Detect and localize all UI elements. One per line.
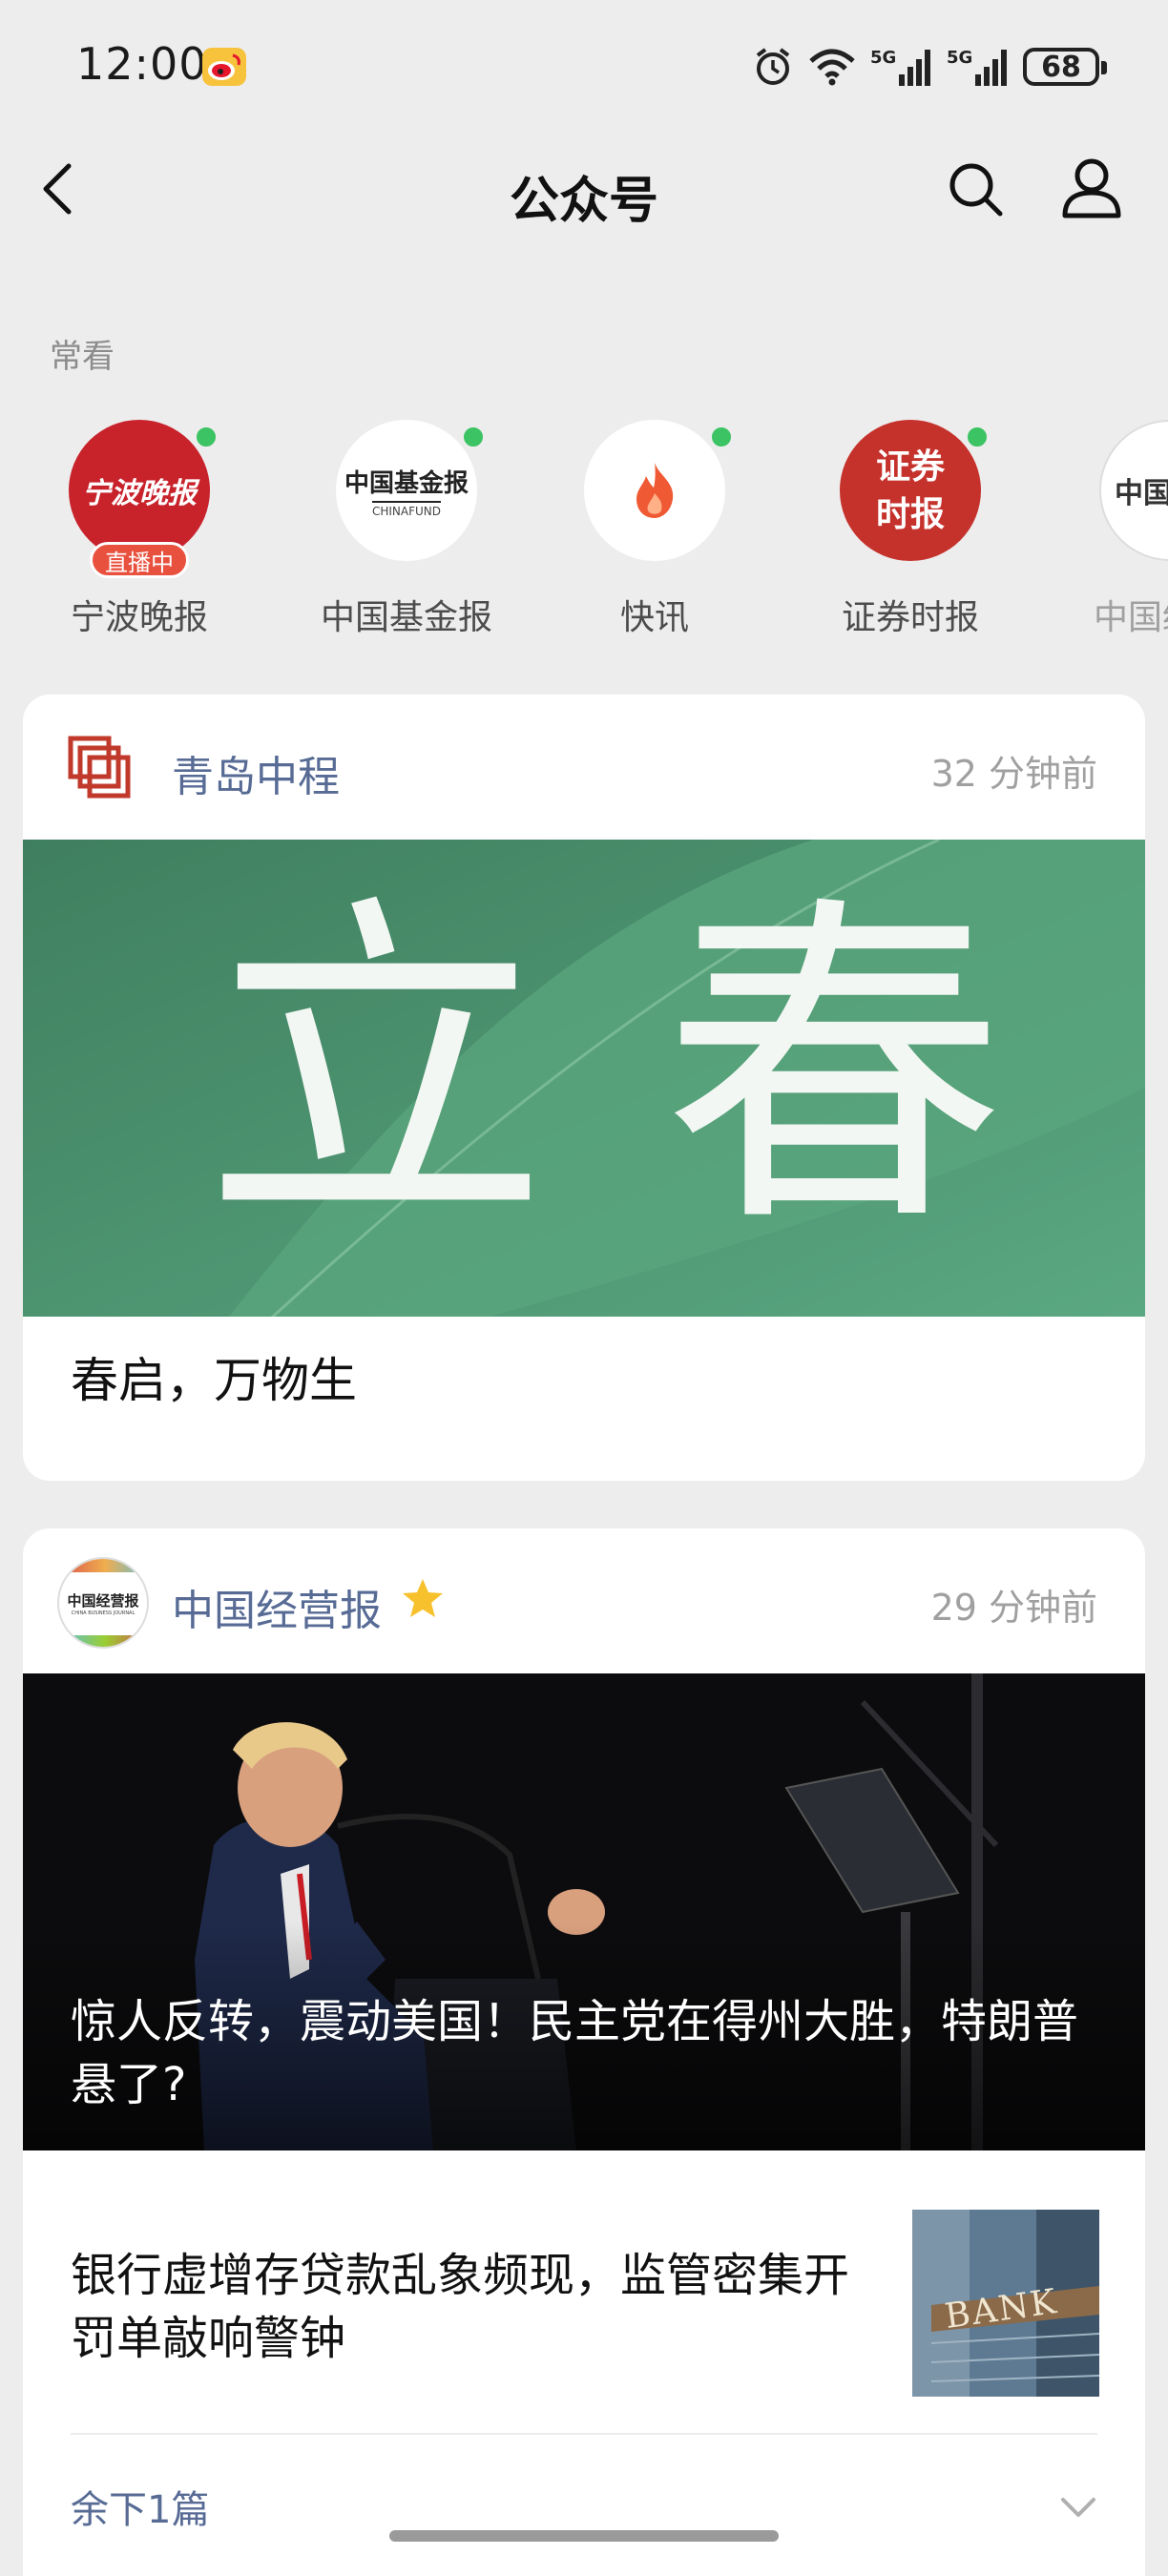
- frequent-account-securities-times[interactable]: 证券时报 证券时报: [800, 420, 1019, 639]
- update-dot: [708, 424, 735, 450]
- avatar-logo-subtext: CHINAFUND: [371, 500, 442, 518]
- avatar-logo-text: 中国基金报: [344, 468, 469, 498]
- account-avatar: 中国基金报 CHINAFUND: [336, 420, 477, 561]
- update-dot: [193, 424, 219, 450]
- account-name: 中国经: [1094, 598, 1168, 637]
- account-avatar: [584, 420, 725, 561]
- article-card[interactable]: 中国经营报 CHINA BUSINESS JOURNAL 中国经营报 29 分钟…: [23, 1528, 1145, 2576]
- article-card[interactable]: 青岛中程 32 分钟前 立春 春启，万物生: [23, 695, 1145, 1481]
- sub-article-thumbnail[interactable]: BANK: [912, 2210, 1099, 2397]
- frequent-account-kuaixun[interactable]: 快讯: [544, 420, 763, 639]
- avatar-logo-text: 证券时报: [875, 447, 945, 534]
- divider: [71, 2433, 1097, 2435]
- status-icons: 5G 5G 68: [752, 44, 1107, 90]
- star-icon: [403, 1579, 443, 1617]
- account-name: 证券时报: [841, 598, 979, 637]
- account-name[interactable]: 中国经营报: [172, 1576, 382, 1637]
- live-badge: 直播中: [90, 542, 189, 578]
- svg-text:5G: 5G: [947, 48, 972, 68]
- frequent-account-ningbo[interactable]: 宁波晚报 直播中 宁波晚报: [29, 420, 248, 639]
- remaining-articles-link[interactable]: 余下1篇: [71, 2479, 209, 2534]
- account-logo[interactable]: 中国经营报 CHINA BUSINESS JOURNAL: [57, 1557, 149, 1649]
- wifi-icon: [809, 49, 855, 86]
- search-icon[interactable]: [945, 158, 1008, 221]
- frequent-account-china-business[interactable]: 中国经 中国经: [1059, 420, 1168, 639]
- article-cover-image[interactable]: 立春: [23, 840, 1145, 1317]
- update-dot: [964, 424, 991, 450]
- logo-color-strip: [59, 1559, 147, 1572]
- signal-5g-icon-2: 5G: [947, 48, 1007, 86]
- account-avatar: 证券时报: [840, 420, 981, 561]
- battery-indicator: 68: [1023, 48, 1107, 86]
- account-name: 快讯: [619, 598, 689, 637]
- avatar-logo-text: 中国经: [1115, 477, 1168, 510]
- logo-text: 中国经营报: [67, 1591, 139, 1610]
- frequent-accounts-row: 宁波晚报 直播中 宁波晚报 中国基金报 CHINAFUND 中国基金报 快讯 证…: [0, 420, 1168, 649]
- user-profile-icon[interactable]: [1059, 155, 1124, 221]
- account-logo-icon[interactable]: [67, 735, 134, 801]
- article-cover-image[interactable]: 惊人反转，震动美国！民主党在得州大胜，特朗普悬了?: [23, 1673, 1145, 2150]
- weibo-icon: [202, 48, 246, 86]
- signal-5g-icon-1: 5G: [870, 48, 930, 86]
- cover-article-title: 惊人反转，震动美国！民主党在得州大胜，特朗普悬了?: [71, 1995, 1079, 2111]
- update-dot: [460, 424, 487, 450]
- battery-level: 68: [1041, 50, 1081, 84]
- publish-time: 32 分钟前: [930, 753, 1097, 795]
- fire-icon: [636, 463, 674, 518]
- publish-time: 29 分钟前: [930, 1587, 1097, 1629]
- status-bar: 12:00 5G 5G 68: [0, 0, 1168, 134]
- account-name: 宁波晚报: [70, 598, 208, 637]
- account-avatar: 宁波晚报: [69, 420, 210, 561]
- account-name[interactable]: 青岛中程: [172, 742, 340, 803]
- cover-text: 立春: [204, 868, 1120, 1268]
- status-time: 12:00: [76, 38, 208, 90]
- card-header: 中国经营报 CHINA BUSINESS JOURNAL 中国经营报 29 分钟…: [23, 1528, 1145, 1673]
- home-indicator[interactable]: [389, 2530, 779, 2542]
- chevron-down-icon[interactable]: [1059, 2496, 1097, 2519]
- frequent-section-label: 常看: [50, 338, 115, 376]
- avatar-logo-text: 宁波晚报: [82, 477, 197, 510]
- account-name: 中国基金报: [320, 598, 492, 637]
- sub-article-title[interactable]: 银行虚增存贷款乱象频现，监管密集开罚单敲响警钟: [71, 2244, 882, 2370]
- svg-text:5G: 5G: [870, 48, 896, 68]
- account-avatar: 中国经: [1099, 420, 1168, 561]
- nav-bar: 公众号: [0, 134, 1168, 244]
- article-title[interactable]: 春启，万物生: [71, 1349, 357, 1412]
- card-header: 青岛中程 32 分钟前: [23, 695, 1145, 840]
- alarm-icon: [756, 48, 790, 85]
- logo-color-strip-bottom: [59, 1635, 147, 1647]
- frequent-account-chinafund[interactable]: 中国基金报 CHINAFUND 中国基金报: [296, 420, 515, 639]
- logo-subtext: CHINA BUSINESS JOURNAL: [71, 1610, 136, 1616]
